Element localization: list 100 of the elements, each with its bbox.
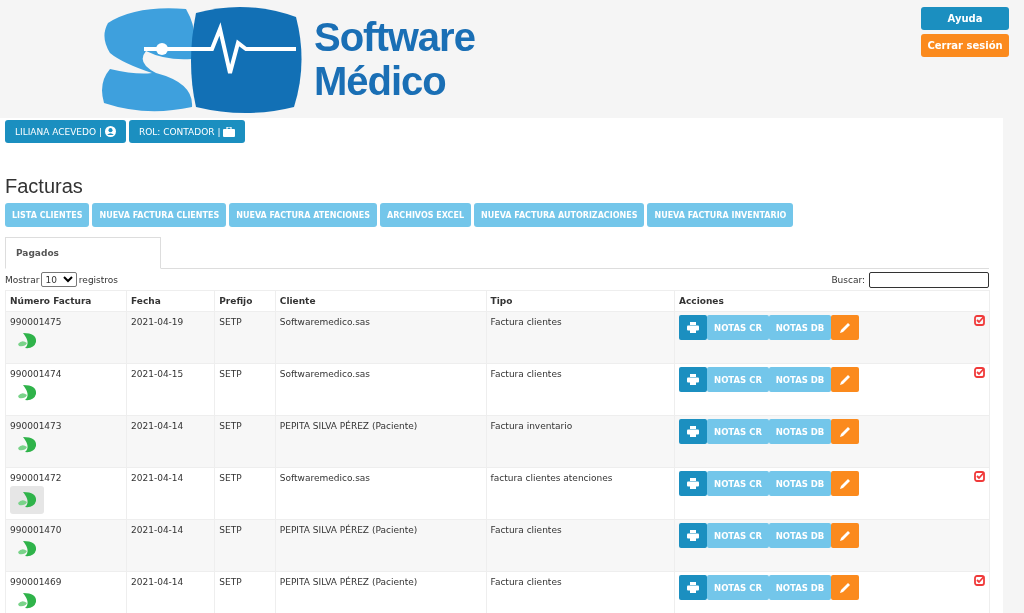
- print-button[interactable]: [679, 367, 707, 392]
- user-button[interactable]: LILIANA ACEVEDO |: [5, 120, 126, 143]
- leaf-icon: [17, 437, 37, 453]
- chevron-down-icon: [62, 276, 73, 283]
- table-cell: Softwaremedico.sas: [275, 467, 487, 520]
- table-cell: SETP: [214, 363, 276, 416]
- table-cell: Factura clientes: [486, 363, 675, 416]
- column-header[interactable]: Prefijo: [214, 290, 276, 312]
- table-cell: 2021-04-14: [126, 519, 215, 572]
- print-icon: [687, 582, 699, 593]
- column-header[interactable]: Tipo: [486, 290, 675, 312]
- print-icon: [687, 374, 699, 385]
- pencil-icon: [839, 582, 851, 593]
- pencil-icon: [839, 374, 851, 385]
- tab[interactable]: Pagados: [5, 237, 161, 269]
- debit-notes-button[interactable]: NOTAS DB: [769, 575, 831, 600]
- checkbox-checked-icon[interactable]: [974, 367, 985, 378]
- edit-button[interactable]: [831, 315, 859, 340]
- records-label: registros: [78, 274, 119, 285]
- entries-select[interactable]: 10: [41, 272, 77, 287]
- print-icon: [687, 322, 699, 333]
- briefcase-icon: [223, 126, 236, 137]
- print-icon: [687, 530, 699, 541]
- table-cell: 2021-04-15: [126, 363, 215, 416]
- credit-notes-button[interactable]: NOTAS CR: [707, 523, 769, 548]
- print-button[interactable]: [679, 471, 707, 496]
- table-cell: 2021-04-19: [126, 311, 215, 364]
- table-cell: 990001474: [10, 369, 62, 379]
- table-cell: Softwaremedico.sas: [275, 363, 487, 416]
- edit-button[interactable]: [831, 523, 859, 548]
- credit-notes-button[interactable]: NOTAS CR: [707, 575, 769, 600]
- credit-notes-button[interactable]: NOTAS CR: [707, 315, 769, 340]
- user-icon: [104, 126, 116, 137]
- table-cell: 2021-04-14: [126, 415, 215, 468]
- edit-button[interactable]: [831, 471, 859, 496]
- credit-notes-button[interactable]: NOTAS CR: [707, 471, 769, 496]
- edit-button[interactable]: [831, 575, 859, 600]
- edit-button[interactable]: [831, 367, 859, 392]
- debit-notes-button[interactable]: NOTAS DB: [769, 471, 831, 496]
- pencil-icon: [839, 426, 851, 437]
- pencil-icon: [839, 322, 851, 333]
- leaf-icon: [17, 385, 37, 401]
- table-cell: Softwaremedico.sas: [275, 311, 487, 364]
- search-label: Buscar:: [831, 274, 865, 285]
- debit-notes-button[interactable]: NOTAS DB: [769, 367, 831, 392]
- table-cell: SETP: [214, 519, 276, 572]
- nav-button[interactable]: NUEVA FACTURA CLIENTES: [92, 203, 227, 227]
- pencil-icon: [839, 478, 851, 489]
- pencil-icon: [839, 530, 851, 541]
- edit-button[interactable]: [831, 419, 859, 444]
- table-cell: Factura clientes: [486, 311, 675, 364]
- table-cell: SETP: [214, 311, 276, 364]
- logout-button[interactable]: Cerrar sesión: [921, 34, 1009, 57]
- checkbox-checked-icon[interactable]: [974, 315, 985, 326]
- table-cell: PEPITA SILVA PÉREZ (Paciente): [275, 415, 487, 468]
- table-cell: 2021-04-14: [126, 467, 215, 520]
- column-header[interactable]: Acciones: [674, 290, 990, 312]
- leaf-icon: [17, 492, 37, 508]
- debit-notes-button[interactable]: NOTAS DB: [769, 523, 831, 548]
- nav-button[interactable]: NUEVA FACTURA AUTORIZACIONES: [474, 203, 645, 227]
- table-cell: 990001470: [10, 525, 62, 535]
- debit-notes-button[interactable]: NOTAS DB: [769, 315, 831, 340]
- search-field[interactable]: [869, 271, 989, 288]
- role-button[interactable]: ROL: CONTADOR |: [128, 120, 246, 143]
- leaf-icon: [17, 333, 37, 349]
- nav-button[interactable]: NUEVA FACTURA INVENTARIO: [647, 203, 794, 227]
- credit-notes-button[interactable]: NOTAS CR: [707, 419, 769, 444]
- nav-button[interactable]: NUEVA FACTURA ATENCIONES: [229, 203, 377, 227]
- nav-button[interactable]: LISTA CLIENTES: [5, 203, 90, 227]
- debit-notes-button[interactable]: NOTAS DB: [769, 419, 831, 444]
- leaf-icon: [17, 593, 37, 609]
- print-icon: [687, 426, 699, 437]
- table-cell: 990001473: [10, 421, 62, 431]
- invoice-button[interactable]: [10, 486, 44, 514]
- print-button[interactable]: [679, 523, 707, 548]
- checkbox-checked-icon[interactable]: [974, 471, 985, 482]
- print-button[interactable]: [679, 315, 707, 340]
- print-button[interactable]: [679, 575, 707, 600]
- print-button[interactable]: [679, 419, 707, 444]
- checkbox-checked-icon[interactable]: [974, 575, 985, 586]
- table-cell: Factura clientes: [486, 519, 675, 572]
- table-cell: 990001475: [10, 317, 62, 327]
- column-header[interactable]: Cliente: [275, 290, 487, 312]
- logo-text: Software: [314, 15, 475, 59]
- nav-button[interactable]: ARCHIVOS EXCEL: [379, 203, 472, 227]
- table-cell: SETP: [214, 415, 276, 468]
- help-button[interactable]: Ayuda: [921, 7, 1009, 30]
- table-cell: factura clientes atenciones: [486, 467, 675, 520]
- table-cell: SETP: [214, 467, 276, 520]
- table-cell: Factura inventario: [486, 415, 675, 468]
- column-header[interactable]: Fecha: [126, 290, 215, 312]
- table-cell: 990001469: [10, 577, 62, 587]
- credit-notes-button[interactable]: NOTAS CR: [707, 367, 769, 392]
- table-cell: 990001472: [10, 473, 62, 483]
- table-cell: PEPITA SILVA PÉREZ (Paciente): [275, 519, 487, 572]
- logo-text: Médico: [314, 59, 447, 103]
- show-label: Mostrar: [5, 274, 40, 285]
- leaf-icon: [17, 541, 37, 557]
- column-header[interactable]: Número Factura: [5, 290, 127, 312]
- page-title: Facturas: [5, 175, 84, 198]
